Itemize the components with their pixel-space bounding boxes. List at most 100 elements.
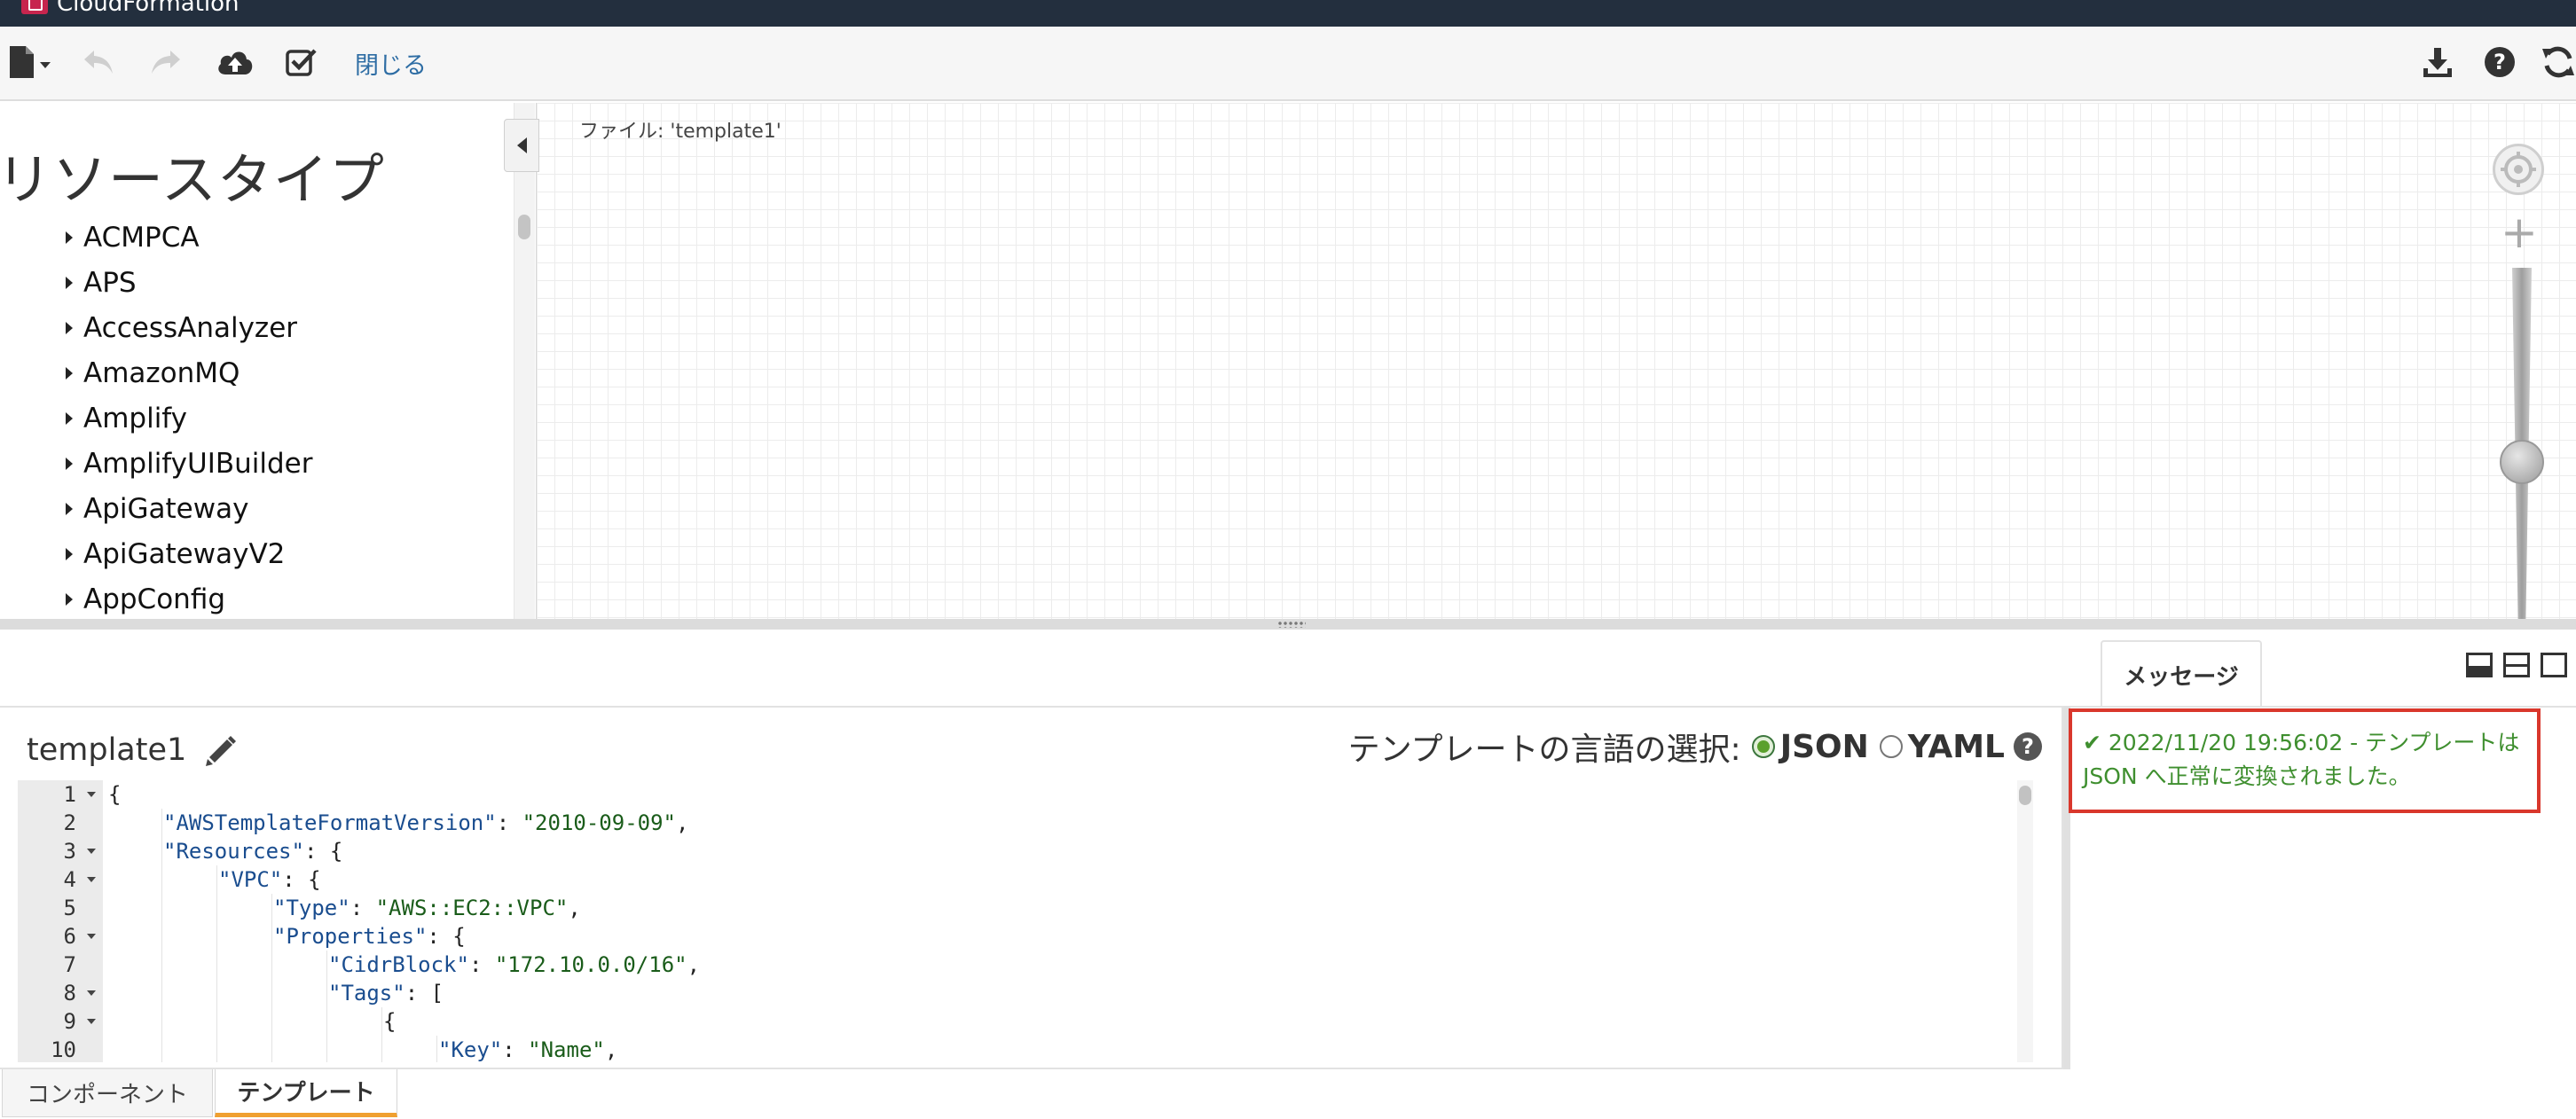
resource-type-label: ApiGatewayV2 bbox=[83, 537, 286, 570]
caret-right-icon bbox=[66, 231, 73, 244]
indent-guide bbox=[161, 979, 162, 1007]
resource-types-list: ACMPCA APS AccessAnalyzer AmazonMQ Amplify Am… bbox=[66, 215, 313, 619]
code-content[interactable]: {"AWSTemplateFormatVersion": "2010-09-09… bbox=[108, 780, 700, 1062]
fold-arrow-icon[interactable] bbox=[87, 990, 96, 996]
resource-type-label: ACMPCA bbox=[83, 221, 200, 254]
indent-guide bbox=[161, 865, 162, 894]
code-editor[interactable]: 1 2 3 4 5 6 7 8 9 10 {"AWSTemplateFormatVersion":… bbox=[18, 780, 2046, 1062]
indent-guide bbox=[436, 1036, 437, 1062]
code-line: { bbox=[108, 1007, 700, 1036]
code-key: "Resources" bbox=[163, 839, 304, 864]
download-button[interactable] bbox=[2418, 43, 2457, 82]
resource-type-item[interactable]: ApiGatewayV2 bbox=[66, 531, 313, 576]
svg-text:?: ? bbox=[2494, 50, 2506, 74]
indent-guide bbox=[216, 1007, 217, 1036]
code-value: "2010-09-09" bbox=[522, 810, 676, 835]
resource-type-item[interactable]: ApiGateway bbox=[66, 486, 313, 531]
caret-right-icon bbox=[66, 592, 73, 606]
fold-arrow-icon[interactable] bbox=[87, 849, 96, 854]
resource-type-item[interactable]: AccessAnalyzer bbox=[66, 305, 313, 350]
resource-type-item[interactable]: Amplify bbox=[66, 395, 313, 441]
code-line: "Type": "AWS::EC2::VPC", bbox=[108, 894, 700, 922]
code-key: "Key" bbox=[438, 1037, 503, 1062]
code-line: "CidrBlock": "172.10.0.0/16", bbox=[108, 951, 700, 979]
tab-messages[interactable]: メッセージ bbox=[2101, 640, 2262, 708]
json-option-label[interactable]: JSON bbox=[1780, 729, 1869, 765]
caret-right-icon bbox=[66, 457, 73, 470]
caret-right-icon bbox=[66, 276, 73, 289]
zoom-fit-button[interactable] bbox=[2493, 144, 2544, 195]
fold-arrow-icon[interactable] bbox=[87, 877, 96, 882]
resource-type-item[interactable]: ACMPCA bbox=[66, 215, 313, 260]
resource-list-scroll-thumb[interactable] bbox=[518, 215, 530, 239]
resource-type-item[interactable]: APS bbox=[66, 260, 313, 305]
code-separator: : bbox=[303, 839, 330, 864]
validate-template-button[interactable] bbox=[282, 43, 321, 82]
language-help-icon[interactable]: ? bbox=[2014, 732, 2042, 761]
resource-types-panel: リソースタイプ ACMPCA APS AccessAnalyzer AmazonMQ A… bbox=[0, 103, 536, 619]
code-line: "VPC": { bbox=[108, 865, 700, 894]
line-number: 7 bbox=[18, 951, 103, 979]
designer-canvas[interactable]: ファイル: 'template1' bbox=[536, 103, 2576, 619]
zoom-slider-handle[interactable] bbox=[2500, 440, 2544, 484]
redo-button[interactable] bbox=[145, 43, 185, 82]
fold-arrow-icon[interactable] bbox=[87, 792, 96, 797]
fold-arrow-icon[interactable] bbox=[87, 1019, 96, 1024]
caret-right-icon bbox=[66, 366, 73, 380]
indent-guide bbox=[216, 979, 217, 1007]
help-button[interactable]: ? bbox=[2480, 43, 2519, 82]
resource-type-item[interactable]: AmplifyUIBuilder bbox=[66, 441, 313, 486]
json-radio[interactable] bbox=[1751, 735, 1775, 758]
indent-guide bbox=[271, 979, 272, 1007]
indent-guide bbox=[161, 837, 162, 865]
code-key: "Tags" bbox=[328, 981, 405, 1006]
upload-to-cloud-button[interactable] bbox=[213, 43, 257, 82]
line-number-text: 3 bbox=[63, 839, 76, 864]
indent-guide bbox=[216, 865, 217, 894]
title-bar: CloudFormation bbox=[0, 0, 2576, 27]
layout-toggle-group bbox=[2466, 653, 2567, 677]
pane-splitter[interactable] bbox=[0, 619, 2576, 630]
zoom-in-button[interactable]: + bbox=[2500, 210, 2539, 254]
code-scroll-thumb[interactable] bbox=[2019, 786, 2031, 805]
indent-guide bbox=[161, 922, 162, 951]
indent-guide bbox=[216, 1036, 217, 1062]
indent-guide bbox=[326, 979, 327, 1007]
indent-guide bbox=[161, 894, 162, 922]
refresh-button[interactable] bbox=[2541, 43, 2576, 82]
toolbar: 閉じる ? bbox=[0, 27, 2576, 101]
cloud-upload-icon bbox=[218, 51, 253, 74]
code-separator: : bbox=[496, 810, 522, 835]
yaml-option-label[interactable]: YAML bbox=[1908, 729, 2005, 765]
resource-types-heading: リソースタイプ bbox=[0, 147, 385, 212]
language-select-label: テンプレートの言語の選択: bbox=[1347, 732, 1741, 768]
file-menu-button[interactable] bbox=[5, 43, 55, 82]
fold-arrow-icon[interactable] bbox=[87, 934, 96, 939]
yaml-radio[interactable] bbox=[1879, 735, 1903, 758]
indent-guide bbox=[216, 894, 217, 922]
code-token: [ bbox=[430, 981, 444, 1006]
indent-guide bbox=[326, 1036, 327, 1062]
line-number-gutter: 1 2 3 4 5 6 7 8 9 10 bbox=[18, 780, 103, 1062]
dock-bottom-icon[interactable] bbox=[2466, 653, 2493, 677]
code-scrollbar[interactable] bbox=[2017, 780, 2033, 1062]
indent-guide bbox=[271, 1036, 272, 1062]
tab-template[interactable]: テンプレート bbox=[215, 1069, 397, 1117]
resource-type-item[interactable]: AmazonMQ bbox=[66, 350, 313, 395]
tab-components[interactable]: コンポーネント bbox=[2, 1069, 213, 1117]
undo-button[interactable] bbox=[80, 43, 119, 82]
code-separator: : bbox=[404, 981, 431, 1006]
maximize-icon[interactable] bbox=[2541, 653, 2567, 677]
pencil-icon[interactable] bbox=[204, 734, 238, 768]
resource-type-item[interactable]: AppConfig bbox=[66, 576, 313, 619]
undo-icon bbox=[84, 51, 113, 74]
collapse-panel-button[interactable] bbox=[504, 119, 539, 172]
line-number-text: 10 bbox=[51, 1037, 76, 1062]
split-half-icon[interactable] bbox=[2503, 653, 2530, 677]
resource-list-scrollbar[interactable] bbox=[514, 103, 535, 619]
resource-type-label: AmazonMQ bbox=[83, 356, 240, 389]
code-token: , bbox=[604, 1037, 618, 1062]
splitter-grip-icon[interactable] bbox=[1277, 621, 1306, 628]
help-icon: ? bbox=[2485, 47, 2515, 77]
close-button[interactable]: 閉じる bbox=[355, 46, 427, 81]
